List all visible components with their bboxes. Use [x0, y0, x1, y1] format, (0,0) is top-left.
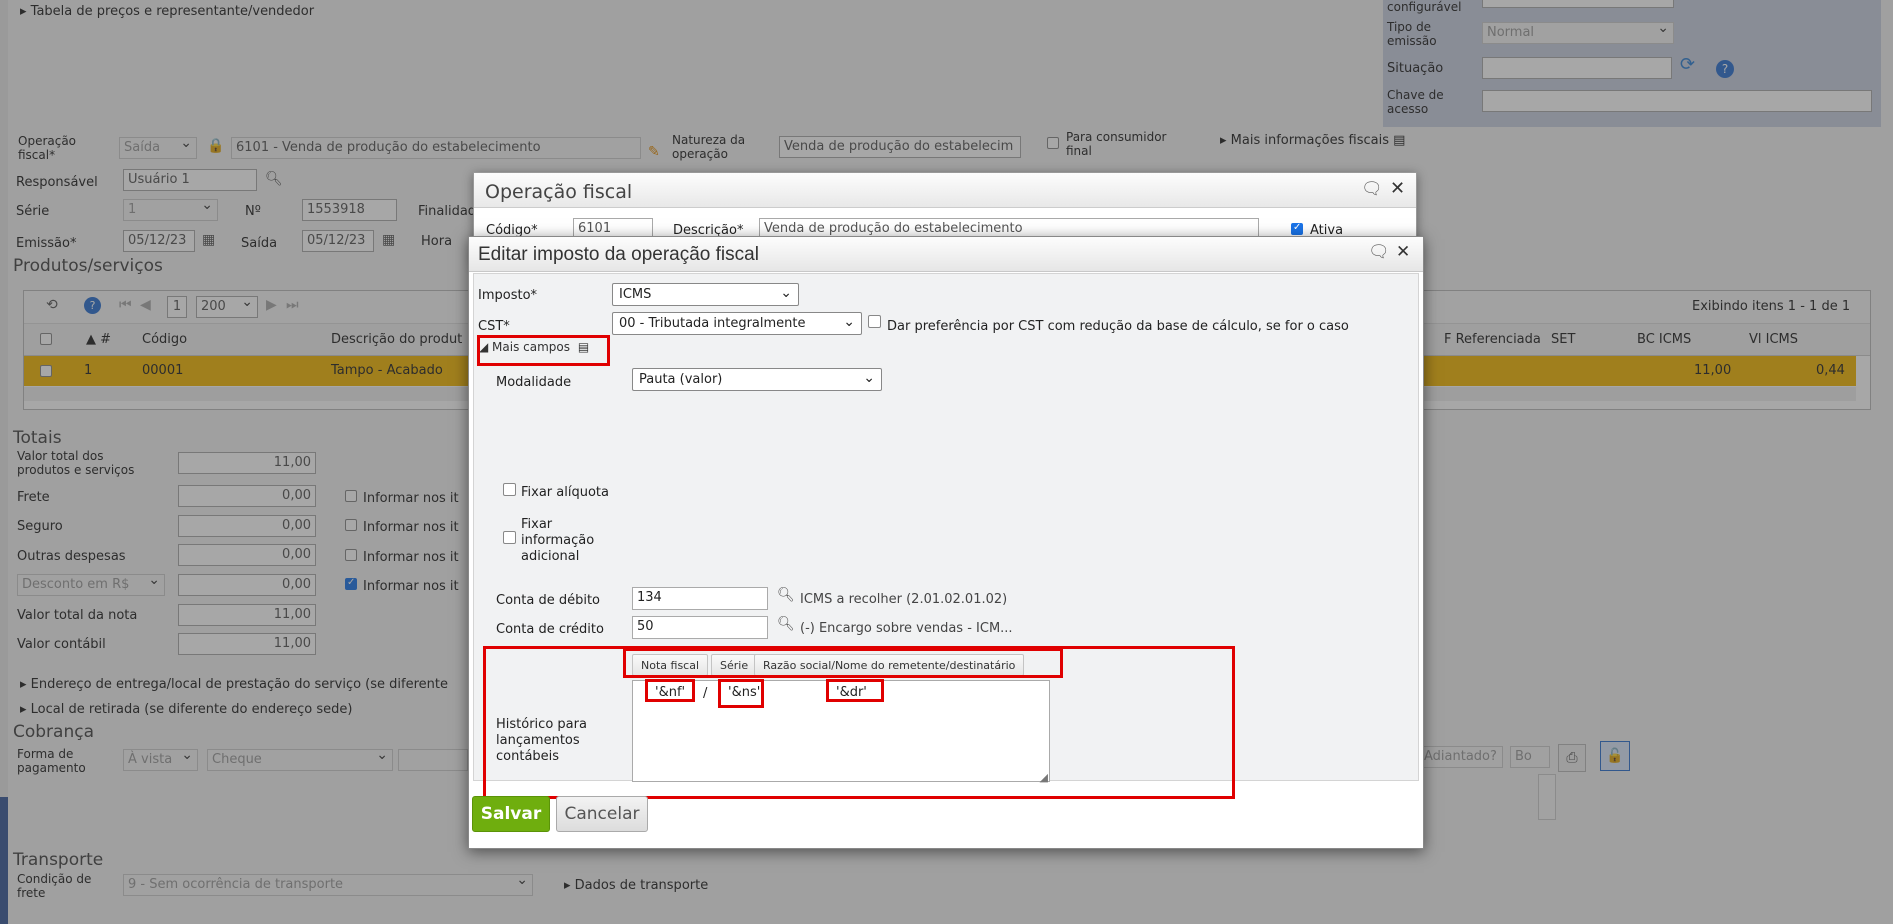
- ativa-checkbox[interactable]: [1291, 222, 1303, 235]
- mais-campos-highlight: [477, 335, 610, 366]
- fixar-aliquota-label: Fixar alíquota: [521, 485, 609, 500]
- token-dr-highlight: [826, 679, 884, 702]
- conta-credito-input[interactable]: 50: [632, 616, 768, 639]
- modalidade-select-value: Pauta (valor): [639, 372, 723, 387]
- imposto-select-value: ICMS: [619, 287, 652, 302]
- chevron-down-icon: ⌄: [843, 314, 855, 330]
- conta-debito-input[interactable]: 134: [632, 587, 768, 610]
- cancel-button[interactable]: Cancelar: [556, 796, 648, 832]
- imposto-label: Imposto*: [478, 288, 538, 303]
- imposto-modal-body: Imposto* ICMS ⌄ CST* 00 - Tributada integ…: [473, 273, 1419, 799]
- modalidade-select[interactable]: Pauta (valor) ⌄: [632, 368, 882, 391]
- operacao-modal-title: Operação fiscal: [485, 181, 633, 203]
- close-icon[interactable]: ✕: [1390, 178, 1405, 199]
- tokens-highlight: [623, 648, 1063, 678]
- fixar-info-adicional-label: Fixar informação adicional: [521, 517, 595, 564]
- cst-select[interactable]: 00 - Tributada integralmente ⌄: [612, 312, 862, 335]
- search-icon[interactable]: 🔍︎: [777, 616, 795, 632]
- conta-credito-desc: (-) Encargo sobre vendas - ICM...: [800, 621, 1013, 636]
- save-button[interactable]: Salvar: [472, 796, 550, 832]
- fixar-info-adicional-checkbox[interactable]: [503, 531, 516, 544]
- close-icon[interactable]: ✕: [1396, 242, 1410, 262]
- fixar-aliquota-checkbox[interactable]: [503, 483, 516, 496]
- token-ns-highlight: [718, 679, 764, 708]
- historico-separator: /: [703, 686, 708, 701]
- comment-icon[interactable]: 🗨︎: [1361, 179, 1383, 199]
- token-nf-highlight: [645, 679, 695, 702]
- resize-handle-icon[interactable]: ◢: [1040, 771, 1048, 784]
- imposto-modal-header: Editar imposto da operação fiscal 🗨︎ ✕: [469, 237, 1423, 272]
- conta-credito-label: Conta de crédito: [496, 622, 604, 637]
- modalidade-label: Modalidade: [496, 375, 572, 390]
- preferencia-cst-label: Dar preferência por CST com redução da b…: [887, 319, 1349, 334]
- search-icon[interactable]: 🔍︎: [777, 587, 795, 603]
- cst-select-value: 00 - Tributada integralmente: [619, 316, 806, 331]
- preferencia-cst-checkbox[interactable]: [868, 315, 881, 328]
- cst-label: CST*: [478, 319, 510, 334]
- chevron-down-icon: ⌄: [863, 370, 875, 386]
- comment-icon[interactable]: 🗨︎: [1368, 242, 1390, 262]
- imposto-modal-title: Editar imposto da operação fiscal: [478, 244, 759, 265]
- conta-debito-desc: ICMS a recolher (2.01.02.01.02): [800, 592, 1008, 607]
- historico-label: Histórico para lançamentos contábeis: [496, 717, 587, 764]
- imposto-select[interactable]: ICMS ⌄: [612, 283, 799, 306]
- chevron-down-icon: ⌄: [780, 285, 792, 301]
- editar-imposto-modal: Editar imposto da operação fiscal 🗨︎ ✕ I…: [468, 236, 1424, 849]
- conta-debito-label: Conta de débito: [496, 593, 601, 608]
